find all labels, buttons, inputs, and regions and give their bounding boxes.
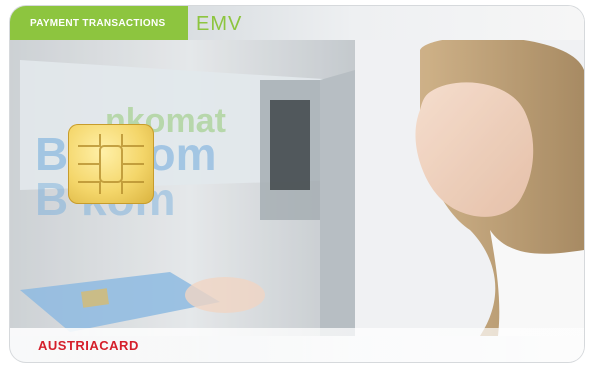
austriacard-wordmark: AUSTRIACARD [38,338,139,353]
payment-card: nkomat Bankom B kom PAYMENT TRANSACTIONS… [10,6,584,362]
austriacard-logo: AUSTRIACARD [38,338,139,353]
payment-transactions-label: PAYMENT TRANSACTIONS [10,6,188,40]
emv-chip-icon [68,124,154,204]
emv-label: EMV [196,13,243,35]
